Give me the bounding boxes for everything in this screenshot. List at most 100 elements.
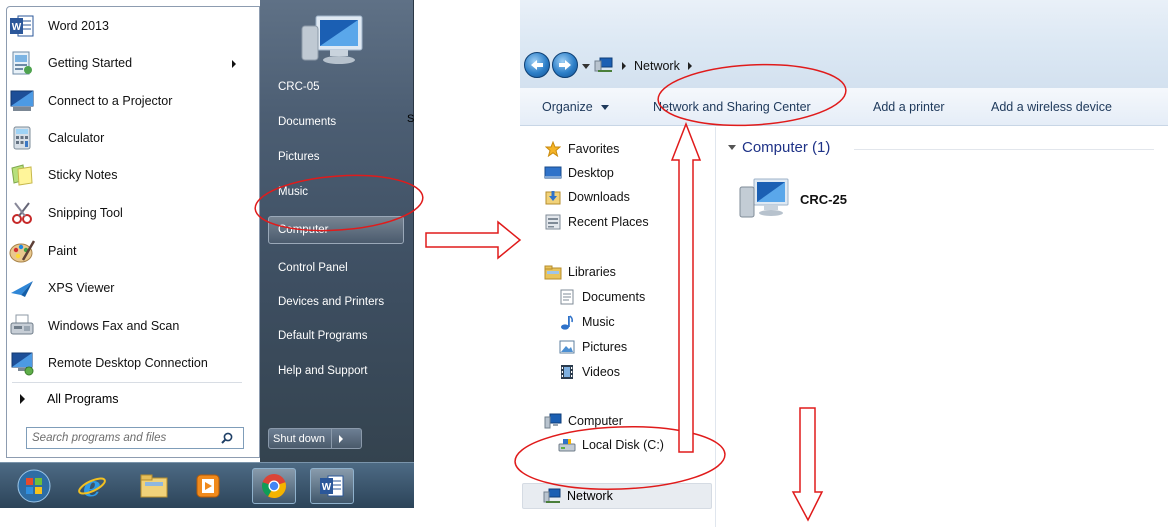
nav-pictures[interactable]: Pictures (558, 339, 627, 355)
program-label: Sticky Notes (48, 168, 118, 182)
internet-explorer-icon[interactable]: e (70, 468, 114, 504)
star-icon (544, 141, 562, 157)
videos-icon (558, 364, 576, 380)
right-item-help-support[interactable]: Help and Support (270, 358, 404, 384)
program-item[interactable]: Connect to a Projector (8, 86, 246, 116)
search-programs-field[interactable] (26, 427, 244, 449)
taskbar: e W (0, 462, 414, 508)
breadcrumb-network[interactable]: Network (634, 59, 680, 73)
right-item-label: CRC-05 (278, 81, 320, 93)
right-item-label: Help and Support (278, 365, 368, 377)
command-bar: Organize Network and Sharing Center Add … (520, 88, 1168, 126)
remote-desktop-icon (8, 349, 36, 377)
group-header-computer[interactable]: Computer (1) (728, 139, 830, 156)
nav-network[interactable]: Network (522, 483, 712, 509)
right-item-default-programs[interactable]: Default Programs (270, 323, 404, 349)
nav-videos[interactable]: Videos (558, 364, 620, 380)
program-item[interactable]: Paint (8, 236, 246, 266)
program-item[interactable]: Snipping Tool (8, 198, 246, 228)
program-item[interactable]: W Word 2013 (8, 11, 246, 41)
program-item[interactable]: Remote Desktop Connection (8, 348, 246, 378)
computer-item[interactable]: CRC-25 (738, 175, 847, 224)
navigation-pane: Favorites Desktop Downloads Recent Place… (520, 127, 716, 527)
desktop-icon (544, 165, 562, 181)
program-label: Windows Fax and Scan (48, 319, 180, 333)
all-programs-label: All Programs (47, 392, 119, 406)
right-item-computer[interactable]: Computer (270, 217, 404, 243)
recent-locations-dropdown[interactable] (582, 64, 590, 69)
word-icon[interactable]: W (310, 468, 354, 504)
collapse-arrow-icon[interactable] (728, 145, 736, 150)
back-button[interactable] (524, 52, 550, 78)
add-wireless-device-button[interactable]: Add a wireless device (991, 100, 1112, 114)
user-picture-icon[interactable] (298, 6, 368, 68)
add-printer-label: Add a printer (873, 100, 945, 114)
program-label: Calculator (48, 131, 105, 145)
nav-label: Recent Places (568, 215, 649, 229)
recent-places-icon (544, 214, 562, 230)
start-orb-icon[interactable] (12, 468, 56, 504)
right-item-documents[interactable]: Documents (270, 109, 404, 135)
forward-button[interactable] (552, 52, 578, 78)
address-bar[interactable]: Network (594, 55, 700, 77)
organize-button[interactable]: Organize (542, 100, 609, 114)
fax-scan-icon (8, 312, 36, 340)
nav-label: Local Disk (C:) (582, 438, 664, 452)
right-item-music[interactable]: Music (270, 179, 404, 205)
nav-documents[interactable]: Documents (558, 289, 645, 305)
word-icon: W (8, 12, 36, 40)
nav-label: Music (582, 315, 615, 329)
nav-label: Libraries (568, 265, 616, 279)
nav-computer[interactable]: Computer (544, 413, 623, 429)
program-item[interactable]: Windows Fax and Scan (8, 311, 246, 341)
shutdown-options-icon[interactable] (338, 434, 343, 443)
nav-recent-places[interactable]: Recent Places (544, 214, 649, 230)
all-programs-button[interactable]: All Programs (20, 392, 119, 406)
program-label: XPS Viewer (48, 281, 115, 295)
downloads-icon (544, 189, 562, 205)
nav-desktop[interactable]: Desktop (544, 165, 614, 181)
svg-text:W: W (12, 22, 22, 33)
back-arrow-icon (531, 60, 543, 70)
right-item-label: Default Programs (278, 330, 368, 342)
program-label: Remote Desktop Connection (48, 356, 208, 370)
add-printer-button[interactable]: Add a printer (873, 100, 945, 114)
right-arrow-icon (425, 220, 522, 260)
program-label: Getting Started (48, 56, 133, 70)
file-explorer-icon[interactable] (132, 468, 176, 504)
program-item[interactable]: XPS Viewer (8, 273, 246, 303)
program-item[interactable]: Calculator (8, 123, 246, 153)
projector-icon (8, 87, 36, 115)
stray-text: S (407, 113, 415, 125)
content-pane: Computer (1) CRC-25 (716, 127, 1168, 527)
shutdown-label: Shut down (269, 429, 332, 448)
shutdown-button[interactable]: Shut down (268, 428, 362, 449)
chrome-icon[interactable] (252, 468, 296, 504)
right-item-pictures[interactable]: Pictures (270, 144, 404, 170)
chevron-down-icon (600, 104, 609, 110)
right-item-label: Pictures (278, 151, 320, 163)
computer-item-label: CRC-25 (800, 192, 847, 207)
right-item-devices-printers[interactable]: Devices and Printers (270, 289, 404, 315)
network-icon (543, 488, 561, 504)
right-item-label: Devices and Printers (278, 296, 385, 308)
breadcrumb-separator-icon[interactable] (687, 62, 692, 70)
explorer-window: Network Organize Network and Sharing Cen… (520, 0, 1168, 527)
search-icon[interactable] (217, 432, 237, 444)
paint-icon (8, 237, 36, 265)
right-item-control-panel[interactable]: Control Panel (270, 255, 404, 281)
nav-favorites[interactable]: Favorites (544, 141, 619, 157)
media-player-icon[interactable] (186, 468, 230, 504)
nav-local-disk[interactable]: Local Disk (C:) (558, 437, 664, 453)
right-item-user[interactable]: CRC-05 (270, 74, 404, 100)
search-input[interactable] (27, 429, 217, 447)
program-label: Word 2013 (48, 19, 109, 33)
nav-downloads[interactable]: Downloads (544, 189, 630, 205)
network-sharing-center-button[interactable]: Network and Sharing Center (653, 100, 811, 114)
start-menu-separator (12, 382, 242, 383)
computer-icon (738, 175, 790, 224)
program-item[interactable]: Sticky Notes (8, 160, 246, 190)
nav-libraries[interactable]: Libraries (544, 264, 616, 280)
program-item[interactable]: Getting Started (8, 48, 246, 78)
nav-music[interactable]: Music (558, 314, 615, 330)
